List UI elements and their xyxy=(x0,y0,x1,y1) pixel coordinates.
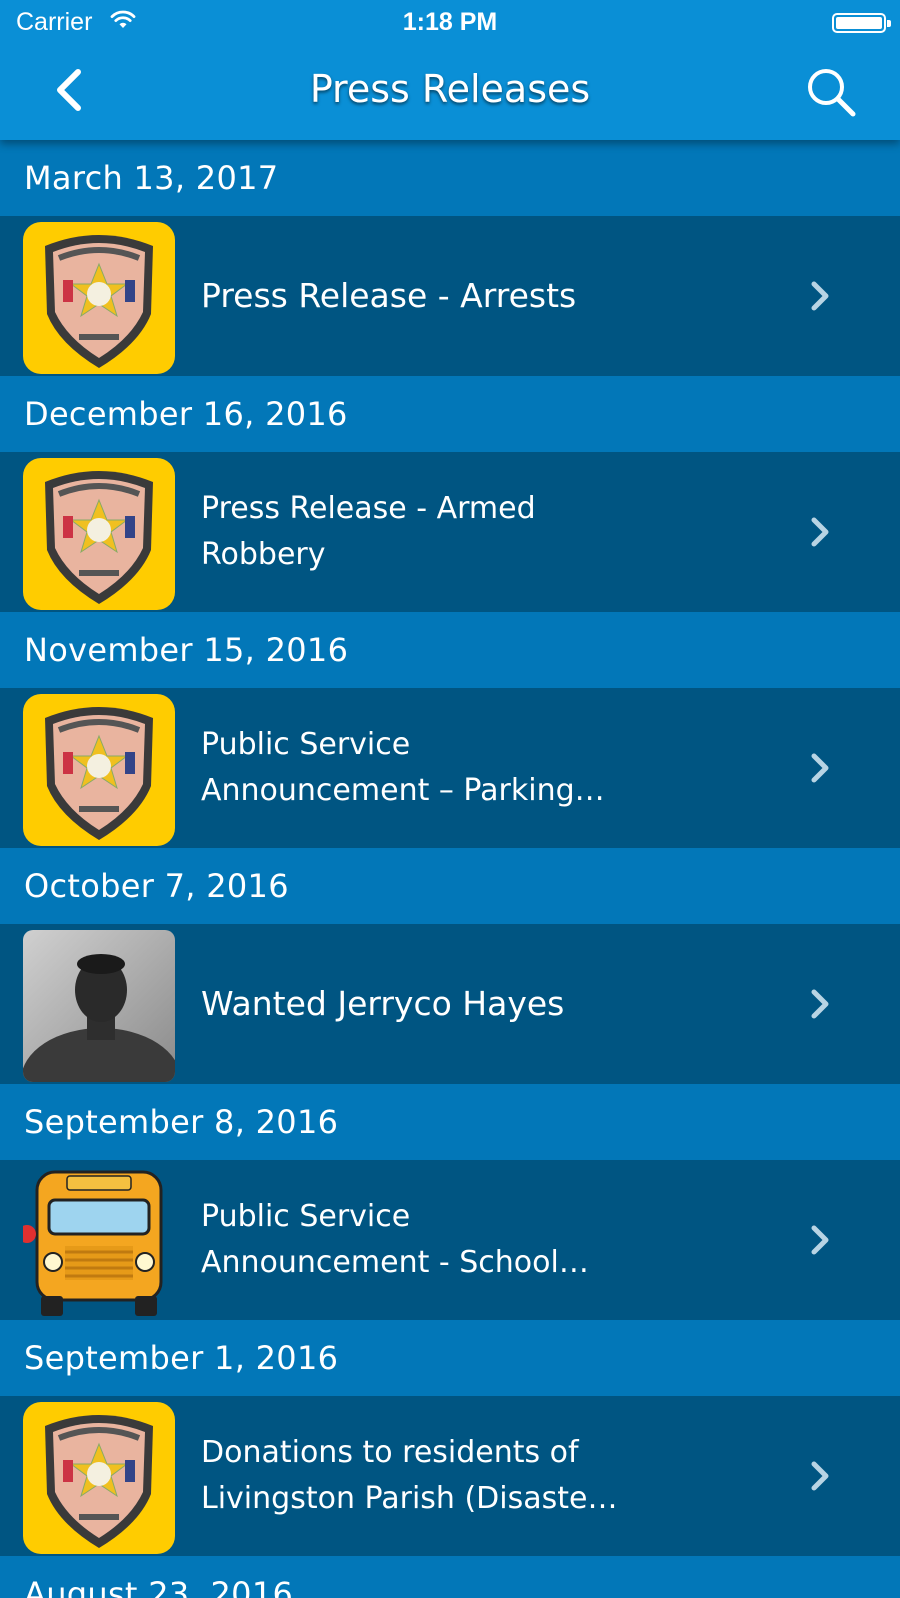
section-header-date: March 13, 2017 xyxy=(0,140,900,216)
chevron-right-icon xyxy=(811,753,829,783)
list-item[interactable]: Press Release - Armed Robbery xyxy=(0,452,900,612)
battery-icon xyxy=(832,13,891,33)
row-title: Public Service Announcement – Parking… xyxy=(201,727,605,808)
list-item[interactable]: Wanted Jerryco Hayes xyxy=(0,924,900,1084)
clock: 1:18 PM xyxy=(402,8,498,36)
date-label: December 16, 2016 xyxy=(24,395,348,433)
row-title: Public Service Announcement - School… xyxy=(201,1199,589,1280)
school-bus-icon xyxy=(23,1166,175,1318)
row-title: Press Release - Armed Robbery xyxy=(201,491,536,572)
nav-bar: Carrier 1:18 PM Press Releases xyxy=(0,0,900,140)
section-header-date: August 23, 2016 xyxy=(0,1556,900,1598)
row-title: Donations to residents of Livingston Par… xyxy=(201,1435,618,1516)
list-item[interactable]: Public Service Announcement - School… xyxy=(0,1160,900,1320)
chevron-right-icon xyxy=(811,517,829,547)
row-title: Wanted Jerryco Hayes xyxy=(201,984,565,1023)
section-header-date: October 7, 2016 xyxy=(0,848,900,924)
search-button[interactable] xyxy=(800,62,860,120)
sheriff-badge-icon xyxy=(23,1402,175,1554)
chevron-right-icon xyxy=(811,281,829,311)
section-header-date: December 16, 2016 xyxy=(0,376,900,452)
search-icon xyxy=(808,69,856,117)
date-label: November 15, 2016 xyxy=(24,631,349,669)
chevron-right-icon xyxy=(811,989,829,1019)
date-label: September 1, 2016 xyxy=(24,1339,339,1377)
list-item[interactable]: Press Release - Arrests xyxy=(0,216,900,376)
list-item[interactable]: Donations to residents of Livingston Par… xyxy=(0,1396,900,1556)
sheriff-badge-icon xyxy=(23,694,175,846)
chevron-right-icon xyxy=(811,1461,829,1491)
date-label: March 13, 2017 xyxy=(24,159,279,197)
status-bar: Carrier 1:18 PM xyxy=(0,0,900,46)
person-photo xyxy=(23,930,175,1082)
date-label: August 23, 2016 xyxy=(24,1575,294,1598)
date-label: September 8, 2016 xyxy=(24,1103,339,1141)
section-header-date: November 15, 2016 xyxy=(0,612,900,688)
page-title: Press Releases xyxy=(309,67,591,111)
section-header-date: September 1, 2016 xyxy=(0,1320,900,1396)
press-release-list: March 13, 2017 Press Release - Arrests D… xyxy=(0,140,900,1598)
section-header-date: September 8, 2016 xyxy=(0,1084,900,1160)
chevron-right-icon xyxy=(811,1225,829,1255)
list-item[interactable]: Public Service Announcement – Parking… xyxy=(0,688,900,848)
sheriff-badge-icon xyxy=(23,222,175,374)
date-label: October 7, 2016 xyxy=(24,867,289,905)
row-title: Press Release - Arrests xyxy=(201,276,577,315)
sheriff-badge-icon xyxy=(23,458,175,610)
